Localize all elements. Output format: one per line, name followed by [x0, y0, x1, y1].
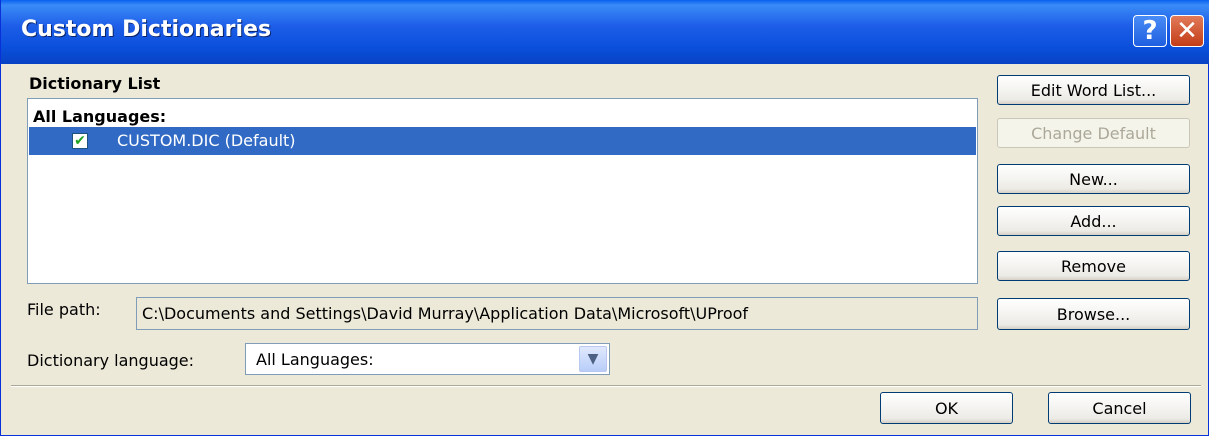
close-button[interactable]: ✕ [1170, 15, 1204, 47]
dialog-title: Custom Dictionaries [21, 17, 272, 42]
list-item[interactable]: ✔ CUSTOM.DIC (Default) [29, 127, 976, 155]
dictionary-listbox[interactable]: All Languages: ✔ CUSTOM.DIC (Default) [27, 98, 978, 284]
title-bar[interactable]: Custom Dictionaries ? ✕ [1, 0, 1209, 64]
dictionary-language-select[interactable]: All Languages: ▼ [245, 343, 610, 375]
help-button[interactable]: ? [1133, 15, 1167, 47]
new-button[interactable]: New... [997, 164, 1190, 194]
chevron-down-icon[interactable]: ▼ [579, 346, 607, 372]
ok-button[interactable]: OK [880, 392, 1013, 424]
dictionary-language-value: All Languages: [256, 350, 374, 369]
group-header-all-languages: All Languages: [33, 107, 167, 126]
file-path-label: File path: [27, 300, 101, 319]
custom-dictionaries-dialog: Custom Dictionaries ? ✕ Dictionary List … [0, 0, 1209, 436]
remove-button[interactable]: Remove [997, 251, 1190, 281]
edit-word-list-button[interactable]: Edit Word List... [997, 75, 1190, 105]
dictionary-checkbox[interactable]: ✔ [72, 133, 88, 149]
divider [11, 385, 1201, 387]
close-icon: ✕ [1176, 16, 1198, 46]
file-path-field: C:\Documents and Settings\David Murray\A… [136, 297, 978, 330]
help-icon: ? [1142, 16, 1158, 46]
list-item-label: CUSTOM.DIC (Default) [117, 131, 296, 150]
dictionary-language-label: Dictionary language: [27, 351, 195, 370]
add-button[interactable]: Add... [997, 206, 1190, 236]
browse-button[interactable]: Browse... [997, 298, 1190, 330]
dictionary-list-label: Dictionary List [29, 74, 161, 93]
change-default-button[interactable]: Change Default [997, 118, 1190, 148]
file-path-value: C:\Documents and Settings\David Murray\A… [142, 304, 749, 323]
cancel-button[interactable]: Cancel [1048, 392, 1191, 424]
